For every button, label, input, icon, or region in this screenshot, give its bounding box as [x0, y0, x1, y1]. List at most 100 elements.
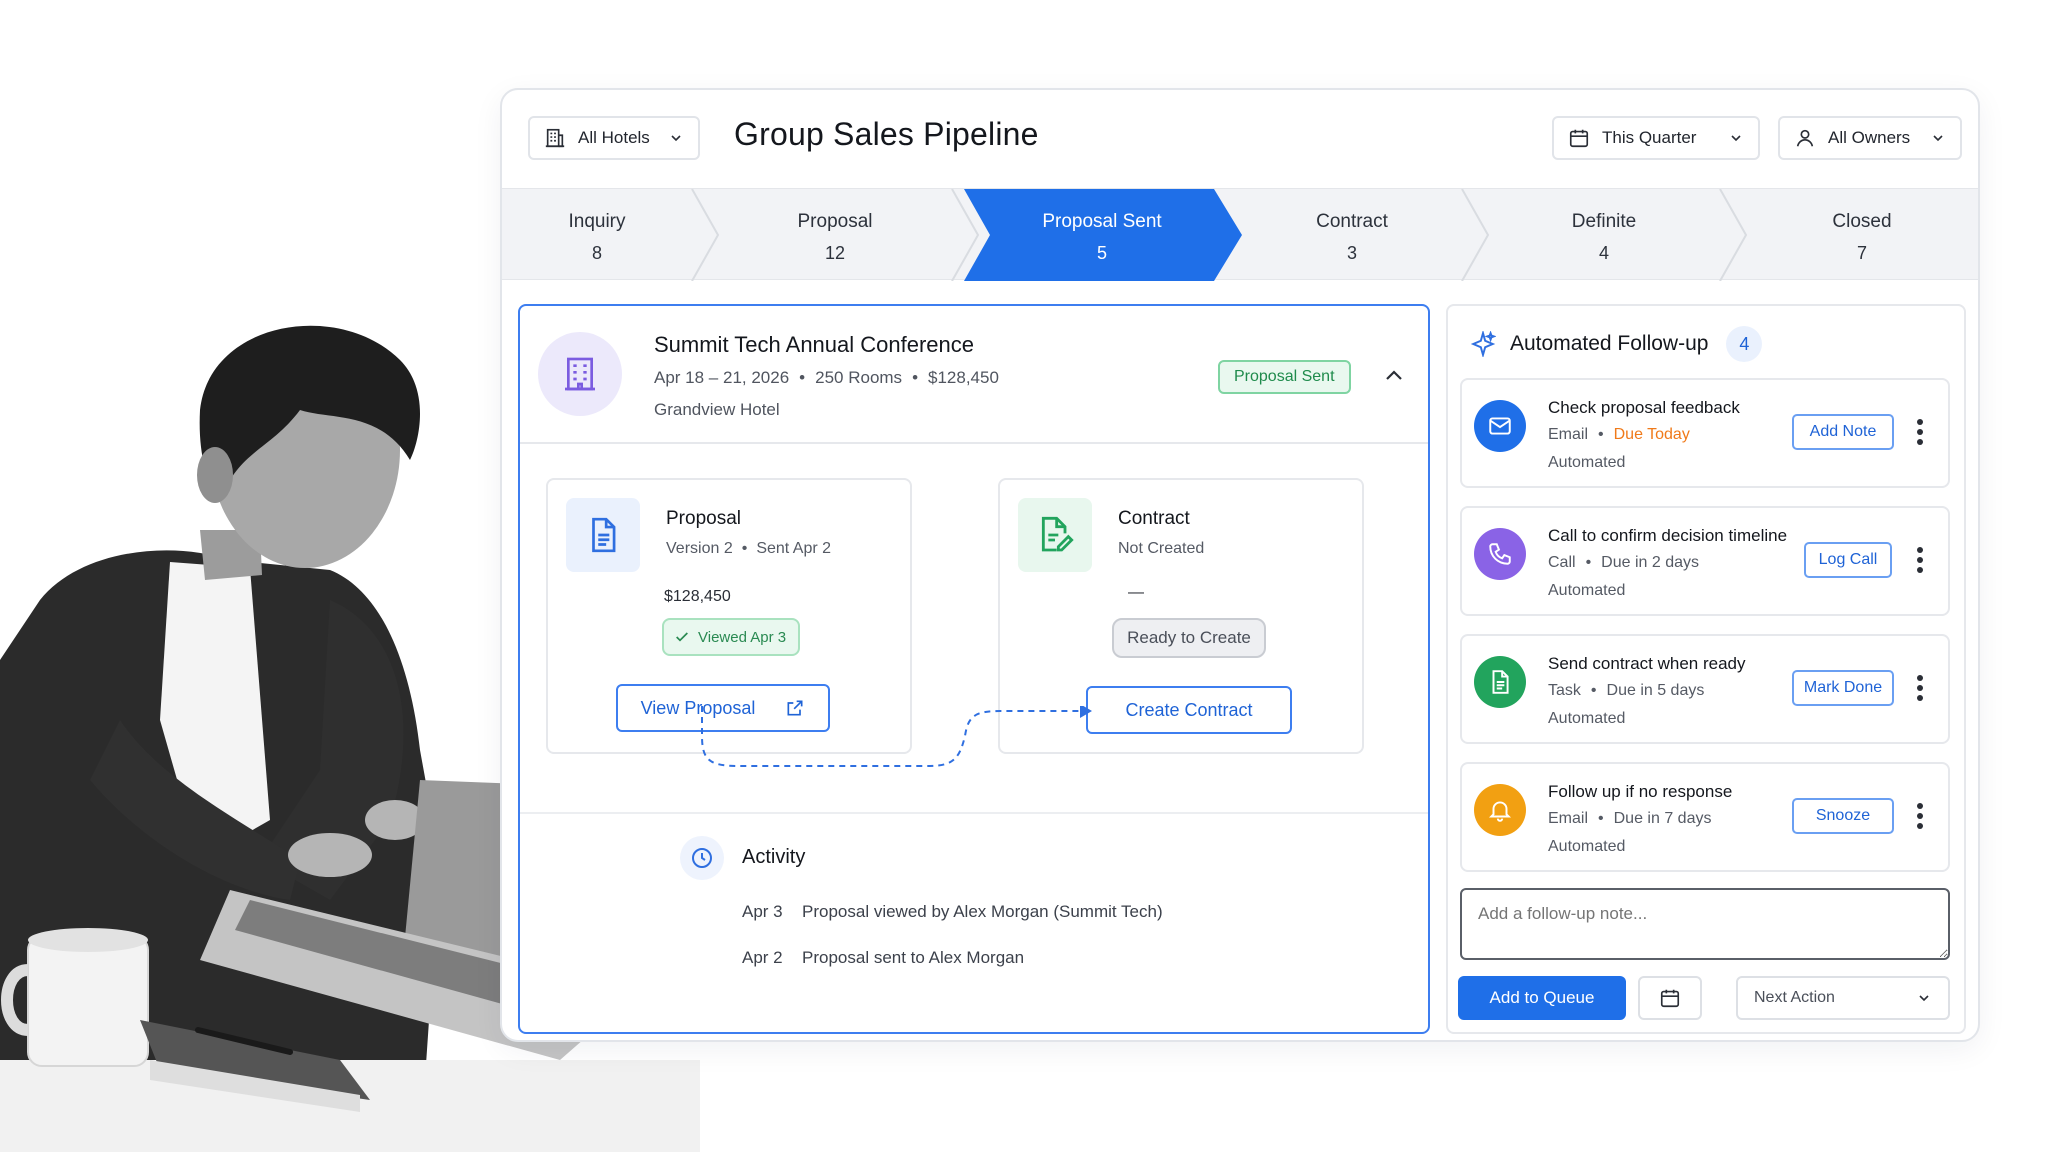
task-title: Follow up if no response	[1548, 782, 1733, 801]
task-icon-circle	[1474, 784, 1526, 836]
calendar-icon	[1660, 989, 1680, 1008]
task-title: Call to confirm decision timeline	[1548, 526, 1788, 545]
stage-name: Inquiry	[568, 211, 626, 232]
task-automation: Automated	[1548, 454, 1626, 471]
task-meta: Email • Due Today	[1548, 426, 1690, 443]
task-type: Email	[1548, 426, 1589, 443]
task-type: Call	[1548, 554, 1576, 571]
event-title: Summit Tech Annual Conference	[654, 332, 974, 357]
activity-icon-box	[680, 836, 724, 880]
followup-task: Follow up if no response Email • Due in 7 …	[1460, 762, 1950, 872]
followup-task: Check proposal feedback Email • Due Today …	[1460, 378, 1950, 488]
chevron-up-icon[interactable]	[1382, 364, 1406, 388]
contract-doc-icon-box	[1018, 498, 1092, 572]
followup-note-input[interactable]	[1460, 888, 1950, 960]
followup-count-badge: 4	[1726, 326, 1763, 362]
status-badge: Proposal Sent	[1218, 360, 1351, 394]
followup-task: Send contract when ready Task • Due in 5 d…	[1460, 634, 1950, 744]
flow-connector	[701, 706, 1092, 767]
document-edit-icon	[1041, 516, 1074, 552]
followup-title: Automated Follow-up	[1510, 332, 1709, 355]
period-filter-label: This Quarter	[1602, 128, 1697, 147]
task-icon-circle	[1474, 400, 1526, 452]
stage-name: Closed	[1832, 211, 1892, 232]
event-meta: Apr 18 – 21, 2026 • 250 Rooms • $128,450	[654, 368, 999, 387]
task-automation: Automated	[1548, 710, 1626, 727]
pipeline-stages: Inquiry 8 Proposal 12 Proposal Sent 5 Co…	[502, 188, 1978, 281]
proposal-sent: Sent Apr 2	[756, 540, 832, 557]
stage-count: 8	[591, 243, 602, 263]
stage-name: Contract	[1316, 211, 1388, 232]
snooze-button[interactable]: Snooze	[1792, 798, 1894, 834]
proposal-sub: Version 2 • Sent Apr 2	[666, 540, 832, 557]
more-vertical-icon[interactable]	[1916, 802, 1924, 830]
more-vertical-icon[interactable]	[1916, 418, 1924, 446]
stage-count: 3	[1346, 243, 1357, 263]
add-note-button[interactable]: Add Note	[1792, 414, 1894, 450]
building-icon	[545, 128, 565, 148]
event-avatar	[538, 332, 622, 416]
sparkle-icon	[1470, 331, 1496, 357]
more-vertical-icon[interactable]	[1916, 674, 1924, 702]
event-value: $128,450	[928, 368, 999, 387]
task-type: Task	[1548, 682, 1581, 699]
event-header: Summit Tech Annual Conference Apr 18 – 2…	[520, 306, 1428, 444]
create-contract-button[interactable]: Create Contract	[1086, 686, 1292, 734]
owner-filter-label: All Owners	[1828, 128, 1911, 147]
chevron-down-icon	[1731, 135, 1741, 142]
activity-item: Apr 3 Proposal viewed by Alex Morgan (Sum…	[742, 902, 1163, 922]
phone-icon	[1489, 543, 1511, 565]
chevron-down-icon	[671, 135, 681, 142]
event-hotel: Grandview Hotel	[654, 400, 780, 419]
more-vertical-icon[interactable]	[1916, 546, 1924, 574]
task-automation: Automated	[1548, 582, 1626, 599]
task-meta: Call • Due in 2 days	[1548, 554, 1700, 571]
task-due: Due in 7 days	[1613, 810, 1712, 827]
activity-date: Apr 3	[742, 902, 783, 921]
stage-count: 12	[824, 243, 846, 263]
owner-filter-dropdown[interactable]: All Owners	[1778, 116, 1962, 160]
proposal-doc-icon-box	[566, 498, 640, 572]
mail-icon	[1489, 417, 1511, 435]
ready-badge: Ready to Create	[1112, 618, 1266, 658]
task-title: Send contract when ready	[1548, 654, 1746, 673]
chevron-down-icon	[1933, 135, 1943, 142]
building-icon	[565, 357, 595, 391]
hotel-filter-label: All Hotels	[578, 128, 650, 147]
stage-definite[interactable]: Definite 4	[1488, 189, 1720, 281]
pipeline-window: All Hotels Group Sales Pipeline This Qua…	[500, 88, 1980, 1042]
followup-header: Automated Follow-up 4	[1470, 326, 1763, 362]
stage-count: 4	[1598, 243, 1609, 263]
stage-closed[interactable]: Closed 7	[1746, 189, 1978, 281]
stage-proposal[interactable]: Proposal 12	[718, 189, 952, 281]
log-call-button[interactable]: Log Call	[1804, 542, 1892, 578]
proposal-version: Version 2	[666, 540, 733, 557]
task-type: Email	[1548, 810, 1589, 827]
schedule-button[interactable]	[1638, 976, 1702, 1020]
add-to-queue-button[interactable]: Add to Queue	[1458, 976, 1626, 1020]
viewed-label: Viewed Apr 3	[698, 628, 787, 646]
hotel-filter-dropdown[interactable]: All Hotels	[528, 116, 700, 160]
task-automation: Automated	[1548, 838, 1626, 855]
calendar-icon	[1569, 129, 1589, 148]
contract-name: Contract	[1118, 508, 1190, 529]
event-rooms: 250 Rooms	[815, 368, 903, 387]
stage-name: Proposal Sent	[1042, 211, 1162, 232]
stage-count: 5	[1096, 243, 1107, 263]
page-title: Group Sales Pipeline	[734, 116, 1039, 152]
stage-inquiry[interactable]: Inquiry 8	[502, 189, 692, 281]
task-icon-circle	[1474, 656, 1526, 708]
followup-task: Call to confirm decision timeline Call • D…	[1460, 506, 1950, 616]
document-icon	[592, 517, 616, 553]
mark-done-button[interactable]: Mark Done	[1792, 670, 1894, 706]
activity-item: Apr 2 Proposal sent to Alex Morgan	[742, 948, 1024, 968]
activity-date: Apr 2	[742, 948, 783, 967]
period-filter-dropdown[interactable]: This Quarter	[1552, 116, 1760, 160]
activity-divider	[520, 812, 1428, 814]
stage-proposal-sent[interactable]: Proposal Sent 5	[990, 189, 1214, 281]
next-action-select[interactable]: Next Action	[1736, 976, 1950, 1020]
stage-contract[interactable]: Contract 3	[1242, 189, 1462, 281]
contract-status: Not Created	[1118, 540, 1205, 557]
followup-panel: Automated Follow-up 4 Check proposal fee…	[1446, 304, 1966, 1034]
activity-text: Proposal viewed by Alex Morgan (Summit T…	[802, 902, 1163, 921]
